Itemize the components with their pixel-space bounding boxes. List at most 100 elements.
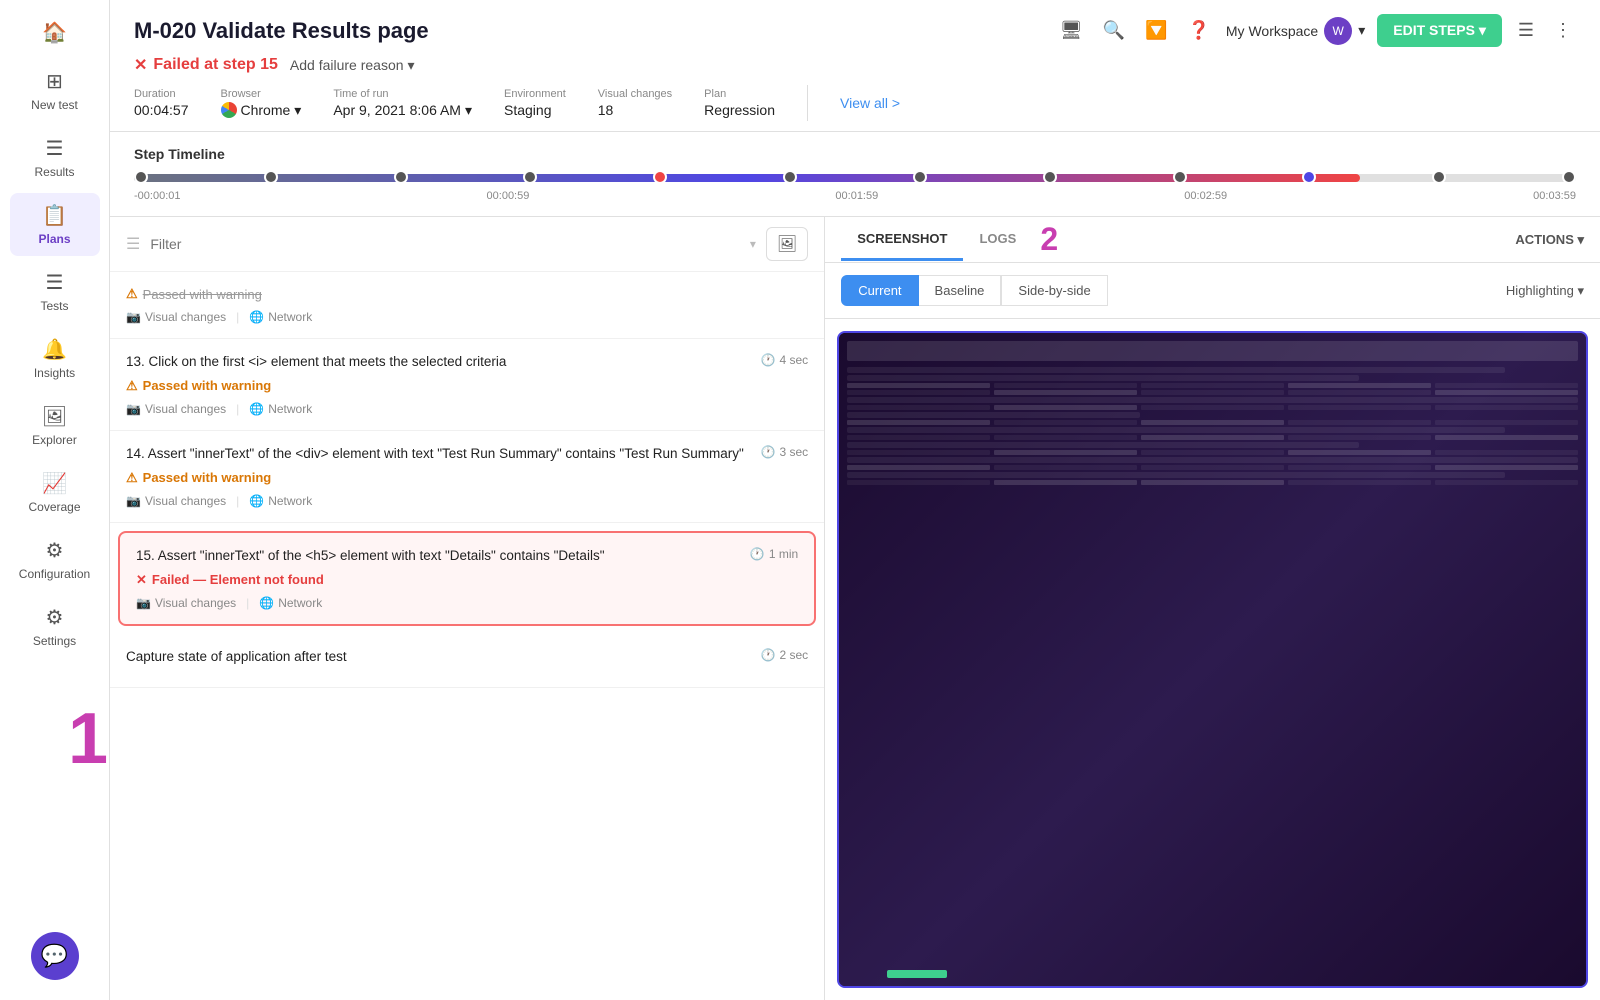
visual-changes-link-15[interactable]: 📷 Visual changes bbox=[136, 596, 236, 610]
content-area: Step Timeline bbox=[110, 132, 1600, 1000]
step-card-15[interactable]: 15. Assert "innerText" of the <h5> eleme… bbox=[118, 531, 816, 626]
ss-cell bbox=[1435, 405, 1578, 410]
network-icon: 🌐 bbox=[259, 596, 274, 610]
actions-button[interactable]: ACTIONS ▾ bbox=[1515, 232, 1584, 248]
meta-divider: | bbox=[236, 494, 239, 508]
clock-icon: 🕐 bbox=[761, 648, 776, 662]
ss-cell bbox=[1288, 383, 1431, 388]
ss-row bbox=[847, 375, 1359, 381]
timeline-label-0: -00:00:01 bbox=[134, 190, 180, 202]
step-card-capture[interactable]: Capture state of application after test … bbox=[110, 634, 824, 688]
network-link-15[interactable]: 🌐 Network bbox=[259, 596, 322, 610]
network-link-14[interactable]: 🌐 Network bbox=[249, 494, 312, 508]
network-link[interactable]: 🌐 Network bbox=[249, 310, 312, 324]
browser-value[interactable]: Chrome ▾ bbox=[221, 102, 302, 119]
help-icon-btn[interactable]: ❓ bbox=[1183, 16, 1213, 45]
network-link-13[interactable]: 🌐 Network bbox=[249, 402, 312, 416]
ss-table-row bbox=[847, 480, 1578, 485]
ss-cell bbox=[1288, 420, 1431, 425]
tab-screenshot[interactable]: SCREENSHOT bbox=[841, 219, 963, 261]
screenshot-toggle-btn[interactable]: 🖼 bbox=[766, 227, 808, 261]
sidebar-item-results[interactable]: ☰ Results bbox=[10, 126, 100, 189]
view-tab-sidebyside[interactable]: Side-by-side bbox=[1001, 275, 1107, 306]
steps-panel: ☰ ▾ 🖼 ⚠ Passed with warning 📷 Visual cha… bbox=[110, 217, 1600, 1000]
network-text: Network bbox=[268, 310, 312, 324]
list-view-icon-btn[interactable]: ☰ bbox=[1514, 16, 1538, 45]
duration-meta: Duration 00:04:57 bbox=[134, 88, 189, 118]
timeline-dot bbox=[523, 170, 537, 184]
meta-divider: | bbox=[236, 402, 239, 416]
sidebar-item-new-test[interactable]: ⊞ New test bbox=[10, 59, 100, 122]
visual-changes-link[interactable]: 📷 Visual changes bbox=[126, 310, 226, 324]
sidebar-item-tests[interactable]: ☰ Tests bbox=[10, 260, 100, 323]
ss-header-row bbox=[847, 341, 1578, 361]
meta-divider: | bbox=[236, 310, 239, 324]
time-value[interactable]: Apr 9, 2021 8:06 AM ▾ bbox=[333, 102, 472, 119]
ss-row bbox=[847, 412, 1139, 418]
filter-icon-btn[interactable]: 🔽 bbox=[1141, 16, 1171, 45]
panel-tabs: SCREENSHOT LOGS 2 ACTIONS ▾ bbox=[825, 217, 1600, 263]
step-card-header-14: 14. Assert "innerText" of the <div> elem… bbox=[126, 445, 808, 464]
ss-table-row bbox=[847, 465, 1578, 470]
sidebar-item-plans[interactable]: 📋 Plans bbox=[10, 193, 100, 256]
sidebar-item-home[interactable]: 🏠 bbox=[10, 10, 100, 55]
step-capture-time-value: 2 sec bbox=[780, 648, 809, 662]
visual-changes-link-13[interactable]: 📷 Visual changes bbox=[126, 402, 226, 416]
step-card-13[interactable]: 13. Click on the first <i> element that … bbox=[110, 339, 824, 431]
ss-cell bbox=[1141, 383, 1284, 388]
sidebar-item-explorer[interactable]: 🖼 Explorer bbox=[10, 394, 100, 457]
timeline-dot bbox=[1043, 170, 1057, 184]
home-icon: 🏠 bbox=[42, 20, 67, 45]
chat-button[interactable]: 💬 bbox=[31, 932, 79, 980]
timeline-title: Step Timeline bbox=[134, 146, 1576, 162]
edit-steps-button[interactable]: EDIT STEPS ▾ bbox=[1377, 14, 1502, 47]
visual-changes-link-14[interactable]: 📷 Visual changes bbox=[126, 494, 226, 508]
sidebar-item-coverage[interactable]: 📈 Coverage bbox=[10, 461, 100, 524]
ss-cell bbox=[847, 465, 990, 470]
ss-cell bbox=[1288, 390, 1431, 395]
view-tab-current[interactable]: Current bbox=[841, 275, 918, 306]
step-13-time: 🕐 4 sec bbox=[761, 353, 809, 367]
coverage-icon: 📈 bbox=[42, 471, 67, 496]
workspace-button[interactable]: My Workspace W ▾ bbox=[1226, 17, 1365, 45]
step-15-status: ✕ Failed — Element not found bbox=[136, 572, 798, 588]
timeline-section: Step Timeline bbox=[110, 132, 1600, 217]
view-all-link[interactable]: View all > bbox=[840, 95, 900, 111]
search-icon-btn[interactable]: 🔍 bbox=[1099, 16, 1129, 45]
tab-logs[interactable]: LOGS bbox=[963, 219, 1032, 261]
filter-input[interactable] bbox=[150, 236, 740, 252]
clock-icon: 🕐 bbox=[750, 547, 765, 561]
camera-icon: 📷 bbox=[136, 596, 151, 610]
ss-cell bbox=[847, 420, 990, 425]
plan-meta: Plan Regression bbox=[704, 88, 775, 118]
ss-table-row bbox=[847, 405, 1578, 410]
ss-cell bbox=[994, 420, 1137, 425]
sidebar-item-label: Tests bbox=[40, 299, 68, 313]
timeline-dot-blue bbox=[1302, 170, 1316, 184]
step-card-prev[interactable]: ⚠ Passed with warning 📷 Visual changes |… bbox=[110, 272, 824, 339]
tests-icon: ☰ bbox=[46, 270, 64, 295]
header-row1: M-020 Validate Results page 🖥 🔍 🔽 ❓ My W… bbox=[134, 14, 1576, 47]
sidebar-item-configuration[interactable]: ⚙ Configuration bbox=[10, 528, 100, 591]
step-14-status-text: Passed with warning bbox=[143, 470, 272, 485]
add-failure-reason[interactable]: Add failure reason ▾ bbox=[290, 57, 415, 74]
view-tab-baseline[interactable]: Baseline bbox=[919, 275, 1002, 306]
duration-label: Duration bbox=[134, 88, 189, 100]
more-options-icon-btn[interactable]: ⋮ bbox=[1550, 16, 1576, 45]
step-14-title: 14. Assert "innerText" of the <div> elem… bbox=[126, 445, 761, 464]
timeline-label-4: 00:03:59 bbox=[1533, 190, 1576, 202]
page-title: M-020 Validate Results page bbox=[134, 18, 429, 44]
monitor-icon-btn[interactable]: 🖥 bbox=[1056, 16, 1087, 45]
timeline-track bbox=[134, 174, 1576, 182]
step-card-14[interactable]: 14. Assert "innerText" of the <div> elem… bbox=[110, 431, 824, 523]
step-card-header-13: 13. Click on the first <i> element that … bbox=[126, 353, 808, 372]
sidebar-item-settings[interactable]: ⚙ Settings bbox=[10, 595, 100, 658]
timeline-label-1: 00:00:59 bbox=[487, 190, 530, 202]
status-row: ✕ Failed at step 15 Add failure reason ▾ bbox=[134, 55, 1576, 75]
meta-divider: | bbox=[246, 596, 249, 610]
highlighting-button[interactable]: Highlighting ▾ bbox=[1506, 283, 1584, 299]
sidebar-item-insights[interactable]: 🔔 Insights bbox=[10, 327, 100, 390]
step-status-text: Passed with warning bbox=[143, 287, 262, 302]
plans-icon: 📋 bbox=[42, 203, 67, 228]
top-header: M-020 Validate Results page 🖥 🔍 🔽 ❓ My W… bbox=[110, 0, 1600, 132]
